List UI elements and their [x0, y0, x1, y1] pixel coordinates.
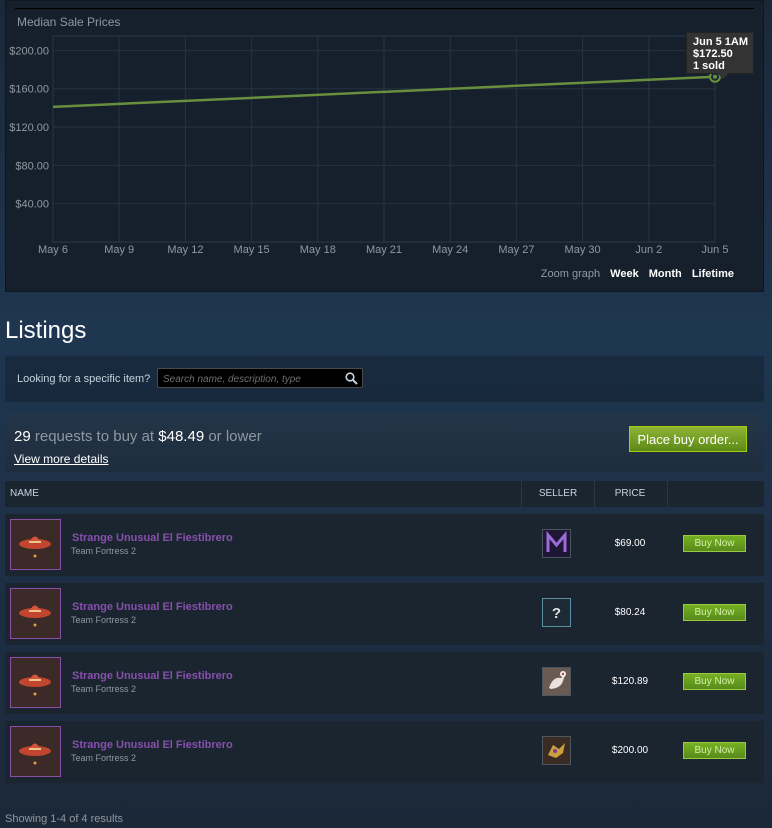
listings-heading: Listings [5, 317, 87, 344]
table-row: Strange Unusual El Fiestibrero Team Fort… [5, 721, 764, 783]
buy-order-text-end: or lower [208, 428, 262, 445]
price-history-chart[interactable]: May 6 May 9 May 12 May 15 May 18 May 21 May 24… [5, 0, 764, 292]
y-tick-label: $120.00 [9, 122, 49, 134]
item-game: Team Fortress 2 [71, 684, 137, 694]
listing-price: $80.24 [614, 607, 646, 618]
buy-now-button[interactable]: Buy Now [683, 742, 746, 759]
table-row: Strange Unusual El Fiestibrero Team Fort… [5, 583, 764, 645]
seller-avatar[interactable] [542, 736, 571, 765]
purple-m-avatar-icon [543, 530, 570, 557]
x-tick-label: Jun 2 [635, 244, 662, 256]
item-name-link[interactable]: Strange Unusual El Fiestibrero [72, 532, 233, 544]
table-row: Strange Unusual El Fiestibrero Team Fort… [5, 514, 764, 576]
search-box [157, 368, 363, 388]
column-header-seller: Seller [521, 481, 595, 507]
y-tick-label: $80.00 [15, 160, 49, 172]
x-tick-label: May 24 [432, 244, 468, 256]
zoom-label: Zoom graph [540, 268, 601, 280]
bird-avatar-icon [543, 668, 570, 695]
column-header-name: Name [10, 488, 39, 499]
x-tick-label: May 30 [565, 244, 601, 256]
y-tick-label: $40.00 [15, 199, 49, 211]
x-tick-label: May 21 [366, 244, 402, 256]
listing-price: $120.89 [611, 676, 649, 687]
x-tick-label: May 27 [498, 244, 534, 256]
y-tick-label: $200.00 [9, 45, 49, 57]
seller-avatar[interactable] [542, 667, 571, 696]
chart-tooltip: Jun 5 1AM $172.50 1 sold [686, 32, 754, 79]
item-name-link[interactable]: Strange Unusual El Fiestibrero [72, 739, 233, 751]
tooltip-sold: 1 sold [693, 60, 725, 72]
seller-avatar[interactable] [542, 529, 571, 558]
buy-order-count: 29 [14, 428, 31, 445]
sombrero-icon [19, 674, 51, 696]
table-row: Strange Unusual El Fiestibrero Team Fort… [5, 652, 764, 714]
item-image[interactable] [10, 588, 61, 639]
zoom-controls: Zoom graph Week Month Lifetime [541, 268, 734, 280]
item-name-link[interactable]: Strange Unusual El Fiestibrero [72, 670, 233, 682]
view-more-details-link[interactable]: View more details [14, 452, 109, 466]
search-icon[interactable] [345, 372, 358, 385]
place-buy-order-button[interactable]: Place buy order... [629, 426, 747, 452]
tooltip-price: $172.50 [693, 48, 733, 60]
tooltip-date: Jun 5 1AM [693, 36, 749, 48]
sombrero-icon [19, 605, 51, 627]
listing-price: $69.00 [614, 538, 646, 549]
sombrero-icon [19, 536, 51, 558]
x-tick-label: May 9 [104, 244, 134, 256]
question-mark-icon: ? [552, 605, 561, 622]
sombrero-icon [19, 743, 51, 765]
buy-now-button[interactable]: Buy Now [683, 673, 746, 690]
item-image[interactable] [10, 726, 61, 777]
item-image[interactable] [10, 657, 61, 708]
zoom-lifetime-link[interactable]: Lifetime [692, 268, 734, 280]
x-tick-label: May 12 [167, 244, 203, 256]
buy-order-panel: 29 requests to buy at $48.49 or lower Vi… [5, 414, 764, 472]
buy-order-price: $48.49 [158, 428, 205, 445]
item-game: Team Fortress 2 [71, 753, 137, 763]
gold-creature-avatar-icon [543, 737, 570, 764]
listing-price: $200.00 [611, 745, 649, 756]
item-name-link[interactable]: Strange Unusual El Fiestibrero [72, 601, 233, 613]
buy-order-summary: 29 requests to buy at $48.49 or lower [14, 428, 262, 445]
zoom-week-link[interactable]: Week [610, 268, 639, 280]
column-header-price: Price [593, 481, 668, 507]
svg-text:?: ? [552, 605, 561, 622]
zoom-month-link[interactable]: Month [649, 268, 682, 280]
price-history-panel: Median Sale Prices May 6 May 9 May 12 May 1… [5, 0, 764, 292]
x-tick-label: Jun 5 [702, 244, 729, 256]
search-label: Looking for a specific item? [17, 373, 151, 385]
search-input[interactable] [161, 371, 345, 387]
buy-order-text-mid: requests to buy at [34, 428, 155, 445]
buy-now-button[interactable]: Buy Now [683, 535, 746, 552]
listing-search-bar: Looking for a specific item? [5, 356, 764, 402]
seller-avatar[interactable]: ? [542, 598, 571, 627]
item-image[interactable] [10, 519, 61, 570]
y-tick-label: $160.00 [9, 84, 49, 96]
x-tick-label: May 15 [234, 244, 270, 256]
x-tick-label: May 18 [300, 244, 336, 256]
listings-table-header: Name Seller Price [5, 481, 764, 507]
buy-now-button[interactable]: Buy Now [683, 604, 746, 621]
x-tick-label: May 6 [38, 244, 68, 256]
item-game: Team Fortress 2 [71, 615, 137, 625]
results-count: Showing 1-4 of 4 results [5, 813, 124, 825]
item-game: Team Fortress 2 [71, 546, 137, 556]
